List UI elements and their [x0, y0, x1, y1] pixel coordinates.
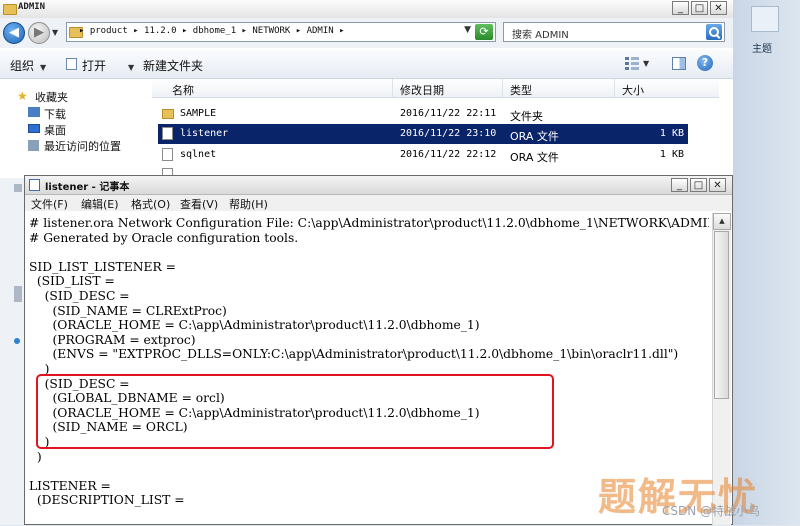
column-divider[interactable]: [614, 79, 615, 97]
refresh-button[interactable]: ⟳: [475, 24, 493, 40]
file-type: 文件夹: [510, 110, 543, 123]
address-dropdown-icon[interactable]: ▼: [464, 25, 471, 35]
column-divider[interactable]: [392, 79, 393, 97]
edge-icon: [14, 338, 20, 344]
folder-icon: [3, 4, 17, 15]
command-bar: 组织 ▼ 打开 ▼ 新建文件夹: [0, 50, 733, 79]
open-label: 打开: [82, 59, 107, 73]
edge-icon: [14, 184, 22, 192]
address-bar[interactable]: ▸ product ▸ 11.2.0 ▸ dbhome_1 ▸ NETWORK …: [66, 22, 496, 42]
file-row[interactable]: SAMPLE 2016/11/22 22:11 文件夹: [158, 104, 688, 124]
theme-icon[interactable]: [751, 6, 779, 32]
desktop-icon: [28, 124, 40, 133]
file-date: 2016/11/22 22:12: [400, 149, 497, 160]
menu-help[interactable]: 帮助(H): [229, 196, 268, 212]
new-folder-button[interactable]: 新建文件夹: [143, 57, 203, 74]
file-name: SAMPLE: [180, 108, 217, 119]
view-options-icon[interactable]: [625, 57, 639, 70]
nav-desktop[interactable]: 桌面: [44, 122, 66, 138]
search-input[interactable]: 搜索 ADMIN: [503, 22, 725, 42]
open-button[interactable]: 打开 ▼: [82, 57, 134, 74]
preview-pane-icon[interactable]: [672, 57, 686, 70]
notepad-icon: [29, 179, 40, 191]
recent-places-icon: [28, 140, 39, 151]
column-type[interactable]: 类型: [510, 82, 532, 98]
scroll-thumb[interactable]: [714, 231, 729, 399]
menu-format[interactable]: 格式(O): [131, 196, 170, 212]
column-name[interactable]: 名称: [172, 82, 194, 98]
minimize-button[interactable]: _: [672, 1, 689, 15]
forward-button[interactable]: ▶: [28, 22, 50, 44]
menu-file[interactable]: 文件(F): [31, 196, 68, 212]
column-date[interactable]: 修改日期: [400, 82, 444, 98]
chevron-down-icon: ▼: [128, 63, 135, 72]
close-button[interactable]: ✕: [710, 1, 727, 15]
file-row-partial[interactable]: [158, 166, 688, 175]
maximize-button[interactable]: □: [691, 1, 708, 15]
file-row[interactable]: listener 2016/11/22 23:10 ORA 文件 1 KB: [158, 124, 688, 144]
notepad-title-bar[interactable]: listener - 记事本 _ □ ✕: [25, 176, 732, 195]
favorites-star-icon: ★: [17, 89, 28, 103]
file-type: ORA 文件: [510, 151, 559, 164]
search-placeholder: 搜索 ADMIN: [512, 30, 569, 41]
menu-view[interactable]: 查看(V): [180, 196, 218, 212]
explorer-title-bar[interactable]: ADMIN _ □ ✕: [0, 0, 733, 19]
file-name: listener: [180, 128, 229, 139]
file-size: 1 KB: [659, 149, 684, 160]
edge-icon: [14, 286, 22, 302]
column-header: 名称 修改日期 类型 大小: [152, 79, 719, 98]
help-icon[interactable]: ?: [697, 55, 713, 71]
organize-button[interactable]: 组织 ▼: [10, 57, 46, 74]
file-row[interactable]: sqlnet 2016/11/22 22:12 ORA 文件 1 KB: [158, 145, 688, 165]
search-icon[interactable]: [706, 24, 722, 40]
watermark-credit: CSDN @特战小鸟: [662, 504, 761, 518]
back-button[interactable]: ◀: [3, 22, 25, 44]
notepad-title: listener - 记事本: [45, 182, 130, 193]
download-icon: [28, 107, 40, 117]
folder-icon: [162, 109, 174, 119]
file-date: 2016/11/22 22:11: [400, 108, 497, 119]
nav-downloads[interactable]: 下载: [44, 106, 66, 122]
file-icon: [162, 148, 173, 161]
explorer-left-edge: [0, 178, 25, 525]
file-size: 1 KB: [659, 128, 684, 139]
minimize-button[interactable]: _: [671, 178, 688, 192]
theme-label[interactable]: 主题: [752, 40, 772, 55]
column-divider[interactable]: [502, 79, 503, 97]
menu-edit[interactable]: 编辑(E): [81, 196, 119, 212]
file-icon: [162, 168, 173, 175]
highlight-box: [36, 374, 554, 449]
notepad-menu-bar: 文件(F) 编辑(E) 格式(O) 查看(V) 帮助(H): [25, 195, 732, 211]
explorer-title: ADMIN: [18, 2, 46, 12]
nav-favorites[interactable]: 收藏夹: [35, 89, 68, 105]
background-window-edge: [733, 0, 800, 525]
file-name: sqlnet: [180, 149, 217, 160]
scroll-up-button[interactable]: ▲: [713, 213, 731, 230]
nav-recent[interactable]: 最近访问的位置: [44, 138, 121, 154]
open-icon: [66, 58, 77, 70]
maximize-button[interactable]: □: [690, 178, 707, 192]
file-type: ORA 文件: [510, 130, 559, 143]
address-path[interactable]: ▸ product ▸ 11.2.0 ▸ dbhome_1 ▸ NETWORK …: [79, 26, 345, 36]
recent-pages-dropdown[interactable]: ▼: [52, 28, 58, 37]
view-dropdown-icon[interactable]: ▼: [643, 59, 649, 68]
organize-label: 组织: [10, 59, 35, 73]
file-date: 2016/11/22 23:10: [400, 128, 497, 139]
chevron-down-icon: ▼: [40, 63, 47, 72]
file-icon: [162, 127, 173, 140]
column-size[interactable]: 大小: [622, 82, 644, 98]
close-button[interactable]: ✕: [709, 178, 726, 192]
